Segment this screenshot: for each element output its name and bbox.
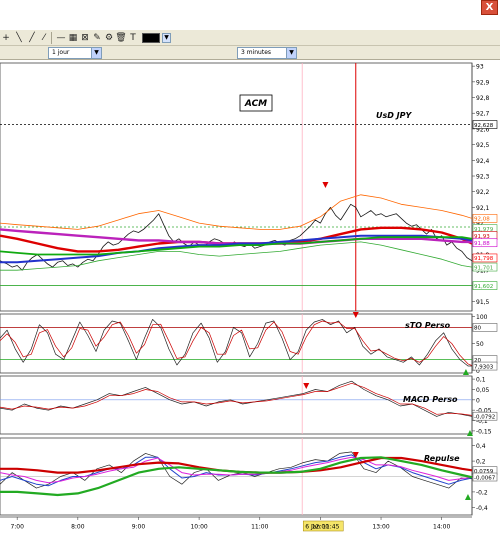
value-label: 7,9303 [474,364,494,370]
y-tick-label: 0,1 [476,377,486,384]
y-tick-label: 93 [476,64,484,71]
y-tick-label: 92,9 [476,79,490,86]
y-tick-label: 0,05 [476,387,490,394]
chevron-down-icon[interactable]: ▼ [162,33,171,43]
period-selector-bar: 1 jour ▼ 3 minutes ▼ [0,46,500,60]
drawing-toolbar: + ╲ ╱ ⁄ — ▦ ⊠ ✎ ⚙ 🗑 T ▼ [0,30,500,46]
x-tick-label: 11:00 [251,524,268,531]
value-label: 92,628 [474,123,494,129]
annotation-macd: MACD Perso [403,395,458,404]
chart-area[interactable]: 9392,992,892,792,692,592,492,392,292,192… [0,60,500,538]
value-label: -0,0792 [474,415,495,421]
value-label: 91,701 [474,265,493,271]
value-label: -0,0067 [474,475,496,481]
value-label: 80 [474,326,481,332]
value-label: 91,88 [474,241,490,247]
text-tool-icon[interactable]: T [127,32,139,44]
fibonacci-icon[interactable]: ▦ [67,32,79,44]
y-tick-label: 92,8 [476,95,490,102]
title-bar: X [0,0,500,28]
horizontal-line-icon[interactable]: — [55,32,67,44]
x-tick-label: 14:00 [433,524,450,531]
panel-frame-price [0,62,473,312]
ray-line-icon[interactable]: ╱ [26,32,38,44]
price-label-icon[interactable]: ⊠ [79,32,91,44]
line-color-swatch[interactable] [142,33,160,43]
close-icon[interactable]: X [481,0,498,15]
interval-select-value: 3 minutes [241,49,272,56]
cursor-cross-icon[interactable]: + [0,32,12,44]
y-tick-label: 0,4 [476,443,486,450]
value-label: 91,798 [474,256,494,262]
y-tick-label: 0 [476,397,480,404]
y-tick-label: 92,1 [476,205,490,212]
period-select-value: 1 jour [52,49,70,56]
delete-icon[interactable]: 🗑 [115,32,127,44]
y-tick-label: 92,7 [476,111,490,118]
settings-icon[interactable]: ⚙ [103,32,115,44]
x-tick-label: 13:00 [372,524,389,531]
value-label: 91,602 [474,284,493,290]
y-tick-label: 92,3 [476,174,490,181]
toolbar-separator [51,32,52,44]
annotation-stochastic: sTO Perso [405,321,451,330]
interval-select[interactable]: 3 minutes ▼ [237,47,297,59]
y-tick-label: 92,2 [476,189,490,196]
x-tick-label: 9:00 [132,524,146,531]
panel-frame-macd [0,375,473,435]
x-tick-label: 7:00 [10,524,24,531]
y-tick-label: 92,5 [476,142,490,149]
y-tick-label: 50 [476,341,484,348]
channel-line-icon[interactable]: ⁄ [38,32,50,44]
trendline-icon[interactable]: ╲ [13,32,25,44]
y-tick-label: 0,2 [476,459,486,466]
annotation-price: UsD JPY [376,111,413,120]
chart-title: ACM [244,99,267,109]
period-select[interactable]: 1 jour ▼ [48,47,102,59]
chevron-down-icon[interactable]: ▼ [286,48,296,58]
pencil-icon[interactable]: ✎ [91,32,103,44]
x-tick-label: 12:00 [312,524,329,531]
y-tick-label: 92,4 [476,158,490,165]
chevron-down-icon[interactable]: ▼ [91,48,101,58]
y-tick-label: -0,4 [476,505,488,512]
annotation-repulse: Repulse [424,454,460,463]
value-label: 92,08 [474,217,490,223]
y-tick-label: -0,15 [476,428,492,435]
y-tick-label: -0,2 [476,489,488,496]
y-tick-label: 100 [476,314,488,321]
x-tick-label: 10:00 [190,524,207,531]
y-tick-label: 91,5 [476,299,490,306]
x-tick-label: 8:00 [71,524,85,531]
